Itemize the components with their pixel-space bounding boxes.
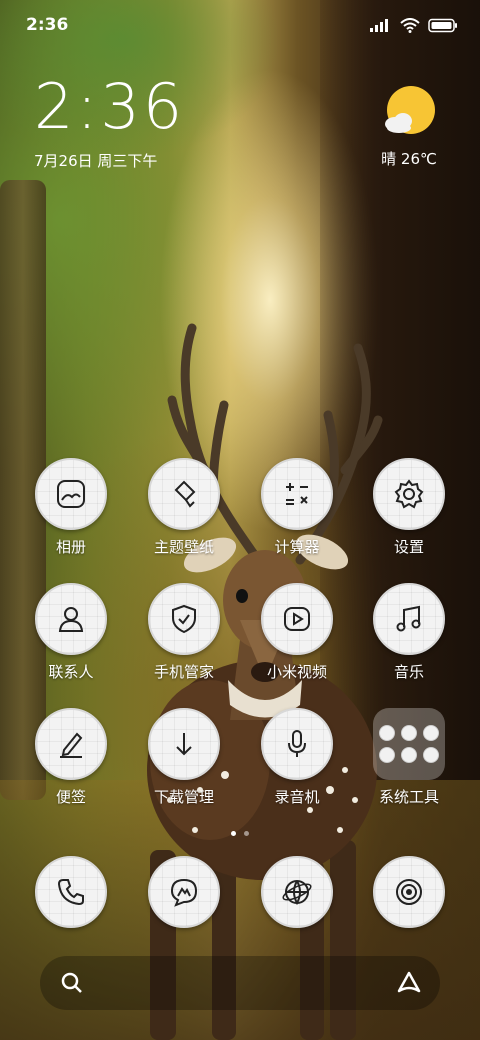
app-label: 便签 [55,788,86,806]
folder-mini-icon [423,725,439,741]
weather-text: 晴 26℃ [381,150,437,168]
clock-widget[interactable]: 2:36 7月26日 周三下午 [34,76,185,171]
sunny-cloud-icon [381,84,437,140]
app-gallery[interactable]: 相册 [21,458,121,557]
music-note-icon [373,583,445,655]
folder-mini-icon [423,747,439,763]
app-label: 手机管家 [153,663,214,681]
app-music[interactable]: 音乐 [359,583,459,682]
app-label: 主题壁纸 [153,538,214,556]
folder-mini-icon [379,747,395,763]
video-play-icon [261,583,333,655]
signal-icon [370,19,388,32]
app-label: 音乐 [393,663,424,681]
gallery-icon [35,458,107,530]
dock-messages[interactable] [134,856,234,928]
battery-icon [428,18,457,32]
dock-camera[interactable] [359,856,459,928]
app-settings[interactable]: 设置 [359,458,459,557]
dock-phone[interactable] [21,856,121,928]
security-shield-icon [148,583,220,655]
app-calculator[interactable]: 计算器 [247,458,347,557]
gear-icon [373,458,445,530]
wifi-icon [400,17,420,33]
microphone-icon [261,708,333,780]
app-system-tools-folder[interactable]: 系统工具 [359,708,459,807]
search-bar[interactable] [40,956,440,1010]
app-theme[interactable]: 主题壁纸 [134,458,234,557]
assistant-icon[interactable] [396,970,422,996]
app-recorder[interactable]: 录音机 [247,708,347,807]
status-icons [370,17,458,33]
theme-brush-icon [148,458,220,530]
app-label: 联系人 [48,663,94,681]
calculator-icon [261,458,333,530]
folder-mini-icon [401,747,417,763]
app-video[interactable]: 小米视频 [247,583,347,682]
page-dot [244,831,249,836]
phone-icon [35,856,107,928]
page-indicator [0,831,480,836]
app-label: 录音机 [274,788,320,806]
notes-pen-icon [35,708,107,780]
app-label: 相册 [55,538,86,556]
folder-mini-icon [379,725,395,741]
app-label: 设置 [393,538,424,556]
clock-date: 7月26日 周三下午 [34,152,158,170]
app-label: 小米视频 [266,663,327,681]
app-notes[interactable]: 便签 [21,708,121,807]
app-contacts[interactable]: 联系人 [21,583,121,682]
clock-time: 2:36 [34,70,186,143]
message-icon [148,856,220,928]
status-time: 2:36 [26,15,69,35]
download-arrow-icon [148,708,220,780]
app-security[interactable]: 手机管家 [134,583,234,682]
app-label: 系统工具 [378,788,439,806]
app-label: 计算器 [274,538,320,556]
globe-icon [261,856,333,928]
page-dot-active [231,831,236,836]
app-downloads[interactable]: 下载管理 [134,708,234,807]
folder-icon [373,708,445,780]
weather-widget[interactable]: 晴 26℃ [374,84,444,169]
folder-mini-icon [401,725,417,741]
status-bar: 2:36 [0,0,480,50]
contact-icon [35,583,107,655]
camera-icon [373,856,445,928]
dock-browser[interactable] [247,856,347,928]
search-icon[interactable] [60,971,84,995]
app-label: 下载管理 [153,788,214,806]
